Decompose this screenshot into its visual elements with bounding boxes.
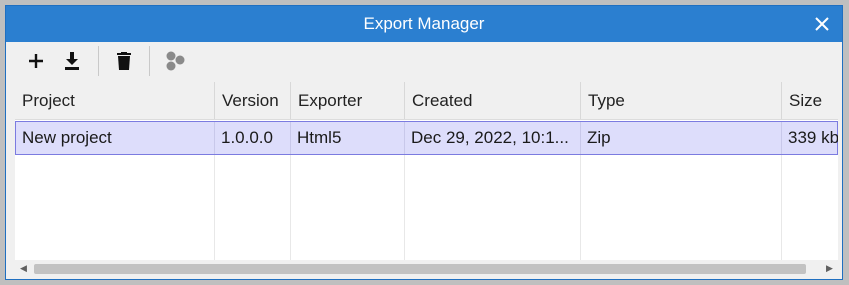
window-title: Export Manager [363,14,485,33]
delete-button[interactable] [110,47,138,75]
cell-version: 1.0.0.0 [215,122,291,154]
cell-project: New project [16,122,215,154]
table-row[interactable]: New project 1.0.0.0 Html5 Dec 29, 2022, … [15,121,838,155]
column-divider [781,155,782,260]
cell-type: Zip [581,122,782,154]
cluster-icon [166,51,185,71]
cell-size: 339 kb [788,128,838,147]
close-button[interactable] [808,10,836,38]
column-divider [290,155,291,260]
add-button[interactable] [22,47,50,75]
export-button[interactable] [58,47,86,75]
scrollbar-thumb[interactable] [34,264,806,274]
column-header-version[interactable]: Version [215,82,291,119]
plus-icon [29,54,43,68]
toolbar [6,42,842,80]
column-header-type[interactable]: Type [581,82,782,119]
column-header-size[interactable]: Size [782,82,838,119]
cell-created: Dec 29, 2022, 10:1... [405,122,581,154]
title-bar: Export Manager [6,6,842,42]
column-divider [404,155,405,260]
toolbar-separator [149,46,150,76]
trash-icon [117,52,131,70]
exports-table: Project Version Exporter Created Type Si… [15,82,838,260]
column-divider [580,155,581,260]
close-icon [815,17,829,31]
cell-exporter: Html5 [291,122,405,154]
column-divider [214,155,215,260]
export-manager-window: Export Manager Project Version Exporter … [5,5,843,280]
scroll-right-arrow[interactable]: ▶ [821,260,838,277]
horizontal-scrollbar[interactable]: ◀ ▶ [15,260,838,277]
column-header-project[interactable]: Project [15,82,215,119]
column-header-created[interactable]: Created [405,82,581,119]
table-header: Project Version Exporter Created Type Si… [15,82,838,120]
toolbar-separator [98,46,99,76]
download-icon [65,52,79,70]
cluster-button[interactable] [162,47,190,75]
scroll-left-arrow[interactable]: ◀ [15,260,32,277]
column-header-exporter[interactable]: Exporter [291,82,405,119]
